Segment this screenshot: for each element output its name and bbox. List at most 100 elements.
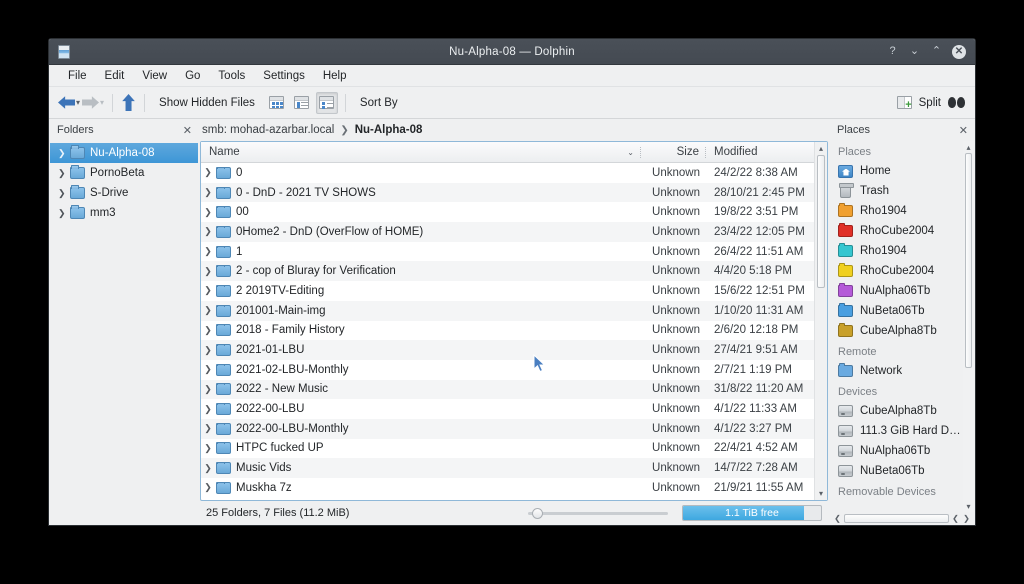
- places-scroll-left-icon[interactable]: ❮: [832, 514, 843, 523]
- details-view-button[interactable]: [315, 91, 338, 114]
- places-scrollbar-thumb[interactable]: [965, 153, 972, 369]
- places-scrollbar-track[interactable]: [963, 153, 974, 500]
- scrollbar-thumb[interactable]: [817, 155, 825, 288]
- places-item-nubeta06tb[interactable]: NuBeta06Tb: [830, 301, 963, 321]
- expand-chevron-icon[interactable]: ❯: [58, 188, 69, 199]
- expand-chevron-icon[interactable]: ❯: [201, 167, 215, 178]
- expand-chevron-icon[interactable]: ❯: [201, 463, 215, 474]
- expand-chevron-icon[interactable]: ❯: [201, 325, 215, 336]
- expand-chevron-icon[interactable]: ❯: [201, 423, 215, 434]
- file-list-scrollbar[interactable]: ▴ ▾: [814, 142, 827, 500]
- help-button[interactable]: ?: [886, 45, 899, 58]
- places-item-111-3-gib-hard-drive[interactable]: 111.3 GiB Hard Drive: [830, 421, 963, 441]
- back-dropdown-chevron-icon[interactable]: ▾: [76, 98, 80, 107]
- zoom-slider-handle[interactable]: [532, 507, 543, 519]
- expand-chevron-icon[interactable]: ❯: [201, 482, 215, 493]
- places-scroll-right-icon-2[interactable]: ❯: [961, 514, 972, 523]
- places-item-nualpha06tb[interactable]: NuAlpha06Tb: [830, 281, 963, 301]
- expand-chevron-icon[interactable]: ❯: [58, 168, 69, 179]
- places-scrollbar[interactable]: ▴ ▾: [963, 141, 974, 512]
- folder-tree-item-nu-alpha-08[interactable]: ❯ Nu-Alpha-08: [50, 143, 198, 163]
- sort-by-button[interactable]: Sort By: [353, 94, 405, 112]
- compact-view-button[interactable]: [291, 92, 313, 114]
- column-header-name[interactable]: Name ⌄: [201, 142, 640, 162]
- table-row[interactable]: ❯ 2022 - New Music Unknown 31/8/22 11:20 AM: [201, 379, 814, 400]
- show-hidden-files-button[interactable]: Show Hidden Files: [152, 94, 262, 112]
- places-hscroll-thumb[interactable]: [844, 514, 949, 523]
- places-item-rho1904[interactable]: Rho1904: [830, 201, 963, 221]
- breadcrumb-root[interactable]: smb: mohad-azarbar.local: [202, 124, 334, 136]
- places-scroll-down-icon[interactable]: ▾: [963, 500, 974, 512]
- menu-tools[interactable]: Tools: [209, 68, 254, 84]
- table-row[interactable]: ❯ 00 Unknown 19/8/22 3:51 PM: [201, 202, 814, 222]
- places-item-rhocube2004[interactable]: RhoCube2004: [830, 221, 963, 241]
- title-bar[interactable]: Nu-Alpha-08 — Dolphin ? ⌄ ⌃ ✕: [49, 39, 975, 65]
- expand-chevron-icon[interactable]: ❯: [201, 345, 215, 356]
- table-row[interactable]: ❯ 0 - DnD - 2021 TV SHOWS Unknown 28/10/21 …: [201, 182, 814, 203]
- table-row[interactable]: ❯ 1 Unknown 26/4/22 11:51 AM: [201, 242, 814, 262]
- expand-chevron-icon[interactable]: ❯: [201, 364, 215, 375]
- up-button[interactable]: [120, 92, 137, 113]
- folder-tree-item-mm3[interactable]: ❯ mm3: [50, 203, 198, 223]
- sort-chevron-icon[interactable]: ⌄: [627, 148, 640, 157]
- places-hscroll-track[interactable]: [844, 514, 949, 523]
- expand-chevron-icon[interactable]: ❯: [201, 285, 215, 296]
- table-row[interactable]: ❯ 201001-Main-img Unknown 1/10/20 11:31 AM: [201, 300, 814, 321]
- expand-chevron-icon[interactable]: ❯: [201, 384, 215, 395]
- table-row[interactable]: ❯ 2 - cop of Bluray for Verification Unkno…: [201, 261, 814, 282]
- forward-dropdown-chevron-icon[interactable]: ▾: [100, 98, 104, 107]
- folder-tree-item-pornobeta[interactable]: ❯ PornoBeta: [50, 163, 198, 183]
- maximize-button[interactable]: ⌃: [930, 45, 943, 58]
- table-row[interactable]: ❯ 2022-00-LBU Unknown 4/1/22 11:33 AM: [201, 399, 814, 419]
- minimize-button[interactable]: ⌄: [908, 45, 921, 58]
- places-item-rhocube2004[interactable]: RhoCube2004: [830, 261, 963, 281]
- menu-go[interactable]: Go: [176, 68, 209, 84]
- table-row[interactable]: ❯ 0Home2 - DnD (OverFlow of HOME) Unknown 2…: [201, 222, 814, 242]
- icons-view-button[interactable]: [266, 92, 288, 114]
- expand-chevron-icon[interactable]: ❯: [201, 207, 215, 218]
- table-row[interactable]: ❯ Music Vids Unknown 14/7/22 7:28 AM: [201, 458, 814, 478]
- column-header-modified[interactable]: Modified: [706, 142, 814, 162]
- menu-settings[interactable]: Settings: [254, 68, 314, 84]
- column-header-size[interactable]: Size: [641, 142, 705, 162]
- expand-chevron-icon[interactable]: ❯: [201, 266, 215, 277]
- table-row[interactable]: ❯ 0 Unknown 24/2/22 8:38 AM: [201, 163, 814, 183]
- capacity-bar[interactable]: 1.1 TiB free: [682, 505, 822, 521]
- menu-view[interactable]: View: [133, 68, 176, 84]
- forward-button[interactable]: ▾: [81, 93, 105, 112]
- table-row[interactable]: ❯ 2022-00-LBU-Monthly Unknown 4/1/22 3:27 P…: [201, 418, 814, 439]
- table-row[interactable]: ❯ 2021-01-LBU Unknown 27/4/21 9:51 AM: [201, 340, 814, 360]
- table-row[interactable]: ❯ 2021-02-LBU-Monthly Unknown 2/7/21 1:19 P…: [201, 360, 814, 380]
- expand-chevron-icon[interactable]: ❯: [58, 148, 69, 159]
- expand-chevron-icon[interactable]: ❯: [58, 208, 69, 219]
- places-item-nualpha06tb[interactable]: NuAlpha06Tb: [830, 441, 963, 461]
- scrollbar-track[interactable]: [815, 155, 827, 487]
- places-item-rho1904[interactable]: Rho1904: [830, 241, 963, 261]
- expand-chevron-icon[interactable]: ❯: [201, 226, 215, 237]
- places-scroll-right-icon[interactable]: ❮: [950, 514, 961, 523]
- expand-chevron-icon[interactable]: ❯: [201, 443, 215, 454]
- places-item-cubealpha8tb[interactable]: CubeAlpha8Tb: [830, 321, 963, 341]
- places-scroll-up-icon[interactable]: ▴: [963, 141, 974, 153]
- menu-file[interactable]: File: [59, 68, 96, 84]
- binoculars-icon[interactable]: [948, 97, 965, 108]
- breadcrumb[interactable]: smb: mohad-azarbar.local ❯ Nu-Alpha-08: [200, 119, 828, 141]
- close-button[interactable]: ✕: [952, 44, 966, 59]
- menu-help[interactable]: Help: [314, 68, 356, 84]
- expand-chevron-icon[interactable]: ❯: [201, 246, 215, 257]
- scroll-down-icon[interactable]: ▾: [815, 487, 827, 500]
- expand-chevron-icon[interactable]: ❯: [201, 187, 215, 198]
- scroll-up-icon[interactable]: ▴: [815, 142, 827, 155]
- expand-chevron-icon[interactable]: ❯: [201, 404, 215, 415]
- table-row[interactable]: ❯ Muskha 7z Unknown 21/9/21 11:55 AM: [201, 478, 814, 498]
- places-item-cubealpha8tb[interactable]: CubeAlpha8Tb: [830, 401, 963, 421]
- folder-tree-item-s-drive[interactable]: ❯ S-Drive: [50, 183, 198, 203]
- places-horizontal-scrollbar[interactable]: ❮ ❮ ❯: [830, 512, 974, 525]
- places-panel-close-icon[interactable]: ✕: [959, 124, 968, 137]
- back-button[interactable]: ▾: [57, 93, 81, 112]
- menu-edit[interactable]: Edit: [96, 68, 134, 84]
- places-item-nubeta06tb[interactable]: NuBeta06Tb: [830, 461, 963, 481]
- table-row[interactable]: ❯ 2 2019TV-Editing Unknown 15/6/22 12:51 PM: [201, 281, 814, 301]
- places-item-trash[interactable]: Trash: [830, 181, 963, 201]
- table-row[interactable]: ❯ HTPC fucked UP Unknown 22/4/21 4:52 AM: [201, 439, 814, 459]
